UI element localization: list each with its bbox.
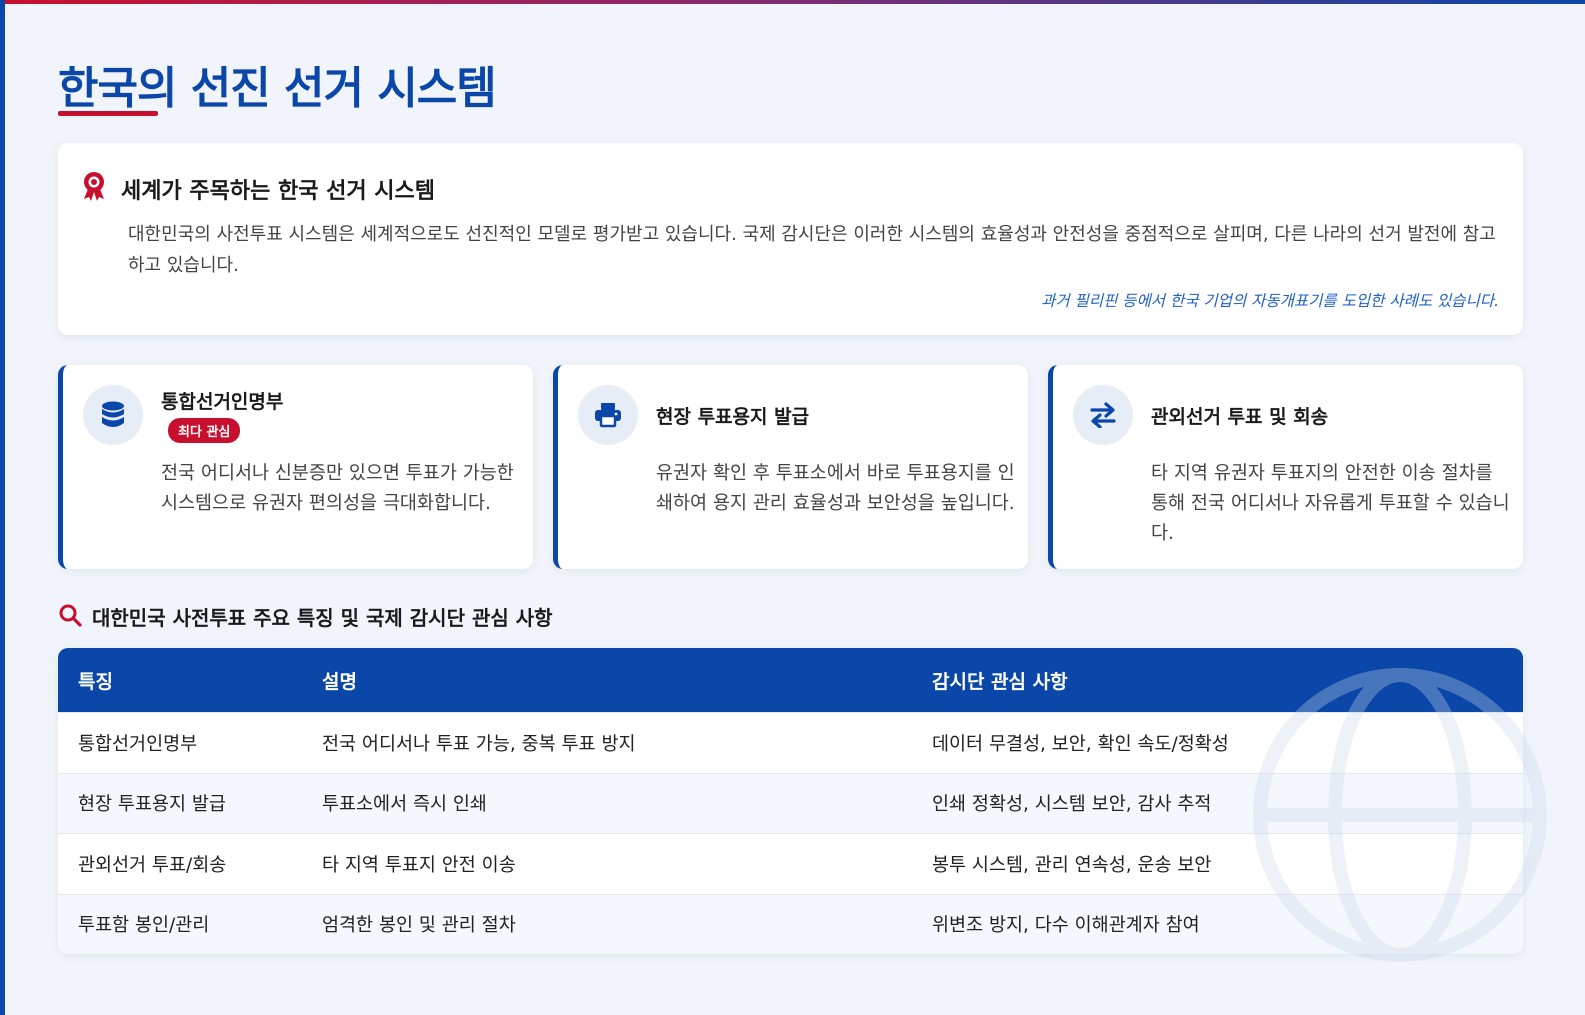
top-interest-badge: 최다 관심 [168,418,241,443]
feature-body: 전국 어디서나 신분증만 있으면 투표가 가능한 시스템으로 유권자 편의성을 … [161,463,514,514]
table-cell: 타 지역 투표지 안전 이송 [322,854,516,876]
feature-card-out-of-district: 관외선거 투표 및 회송 타 지역 유권자 투표지의 안전한 이송 절차를 통해… [1048,365,1523,569]
intro-card: 세계가 주목하는 한국 선거 시스템 대한민국의 사전투표 시스템은 세계적으로… [58,143,1523,335]
feature-card-ballot-printing: 현장 투표용지 발급 유권자 확인 후 투표소에서 바로 투표용지를 인쇄하여 … [553,365,1028,569]
column-header-feature: 특징 [78,670,113,693]
table-cell: 통합선거인명부 [78,733,198,755]
feature-card-integrated-registry: 통합선거인명부 최다 관심 전국 어디서나 신분증만 있으면 투표가 가능한 시… [58,365,533,569]
table-cell: 위변조 방지, 다수 이해관계자 참여 [932,915,1200,937]
table-cell: 관외선거 투표/회송 [78,854,227,876]
table-row: 투표함 봉인/관리 엄격한 봉인 및 관리 절차 위변조 방지, 다수 이해관계… [58,893,1523,954]
intro-title: 세계가 주목하는 한국 선거 시스템 [121,179,435,204]
table-cell: 투표함 봉인/관리 [78,915,210,937]
table-cell: 봉투 시스템, 관리 연속성, 운송 보안 [932,854,1212,876]
column-header-description: 설명 [322,670,357,693]
table-cell: 투표소에서 즉시 인쇄 [322,794,487,816]
database-icon [83,385,143,445]
table-row: 현장 투표용지 발급 투표소에서 즉시 인쇄 인쇄 정확성, 시스템 보안, 감… [58,772,1523,833]
table-cell: 데이터 무결성, 보안, 확인 속도/정확성 [932,733,1229,755]
feature-title: 통합선거인명부 [161,391,284,413]
printer-icon [578,385,638,445]
table-row: 관외선거 투표/회송 타 지역 투표지 안전 이송 봉투 시스템, 관리 연속성… [58,833,1523,894]
table-row: 통합선거인명부 전국 어디서나 투표 가능, 중복 투표 방지 데이터 무결성,… [58,712,1523,773]
feature-title: 현장 투표용지 발급 [656,406,810,428]
title-underline [58,111,158,116]
section-heading: 대한민국 사전투표 주요 특징 및 국제 감시단 관심 사항 [58,602,553,631]
intro-body: 대한민국의 사전투표 시스템은 세계적으로도 선진적인 모델로 평가받고 있습니… [128,224,1496,276]
table-cell: 현장 투표용지 발급 [78,794,226,816]
exchange-arrows-icon [1073,385,1133,445]
table-cell: 엄격한 봉인 및 관리 절차 [322,915,516,937]
award-ribbon-icon [80,171,108,201]
feature-body: 타 지역 유권자 투표지의 안전한 이송 절차를 통해 전국 어디서나 자유롭게… [1151,463,1510,544]
table-cell: 인쇄 정확성, 시스템 보안, 감사 추적 [932,794,1212,816]
column-header-monitor-interest: 감시단 관심 사항 [932,670,1068,693]
page-title: 한국의 선진 선거 시스템 [58,63,497,114]
features-table: 특징 설명 감시단 관심 사항 통합선거인명부 전국 어디서나 투표 가능, 중… [58,648,1523,954]
top-accent-bar [5,0,1585,4]
intro-note: 과거 필리핀 등에서 한국 기업의 자동개표기를 도입한 사례도 있습니다. [1041,292,1499,310]
table-cell: 전국 어디서나 투표 가능, 중복 투표 방지 [322,733,636,755]
table-header: 특징 설명 감시단 관심 사항 [58,648,1523,712]
feature-body: 유권자 확인 후 투표소에서 바로 투표용지를 인쇄하여 용지 관리 효율성과 … [656,463,1015,514]
page: 한국의 선진 선거 시스템 세계가 주목하는 한국 선거 시스템 대한민국의 사… [0,0,1585,1015]
section-title: 대한민국 사전투표 주요 특징 및 국제 감시단 관심 사항 [92,606,553,630]
search-icon [58,603,82,631]
feature-title: 관외선거 투표 및 회송 [1151,406,1329,428]
